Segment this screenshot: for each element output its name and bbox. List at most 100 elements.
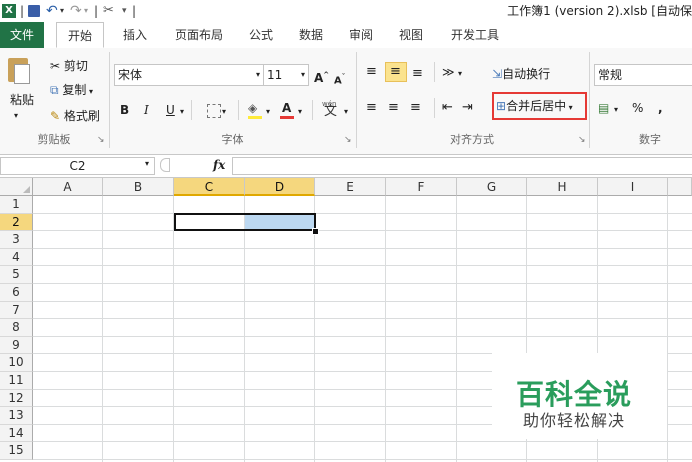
formula-bar-resize-icon[interactable]: [160, 158, 170, 172]
group-label-font: 字体: [221, 133, 244, 146]
decrease-font-size-icon[interactable]: Aˇ: [334, 69, 345, 89]
row-header-8[interactable]: 8: [0, 319, 33, 337]
name-box-dropdown-icon[interactable]: ▾: [145, 159, 149, 168]
tab-data[interactable]: 数据: [294, 22, 328, 48]
select-all-corner[interactable]: [0, 178, 33, 196]
save-icon[interactable]: [28, 5, 40, 17]
merge-center-icon: ⊞: [496, 99, 507, 113]
align-bottom-icon[interactable]: ≡: [412, 66, 423, 82]
column-header-c[interactable]: C: [174, 178, 245, 196]
column-header-g[interactable]: G: [457, 178, 527, 196]
wrap-text-button[interactable]: ⇲自动换行: [492, 66, 550, 82]
font-name-value: 宋体: [118, 68, 143, 82]
borders-dropdown-icon[interactable]: ▾: [222, 104, 226, 120]
accounting-format-icon[interactable]: ▤: [598, 100, 609, 116]
orientation-icon[interactable]: ≫: [442, 64, 455, 80]
orientation-dropdown-icon[interactable]: ▾: [458, 66, 462, 82]
row-header-2[interactable]: 2: [0, 213, 33, 232]
row-header-15[interactable]: 15: [0, 442, 33, 460]
number-format-select[interactable]: 常规: [594, 64, 692, 86]
column-header-b[interactable]: B: [103, 178, 174, 196]
column-header-h[interactable]: H: [527, 178, 598, 196]
chevron-down-icon: ▾: [300, 70, 305, 79]
row-header-9[interactable]: 9: [0, 336, 33, 355]
column-header-f[interactable]: F: [386, 178, 457, 196]
tab-home[interactable]: 开始: [56, 22, 104, 48]
row-header-3[interactable]: 3: [0, 231, 33, 249]
row-header-6[interactable]: 6: [0, 284, 33, 302]
alignment-launcher-icon[interactable]: ↘: [578, 135, 586, 145]
gridline-vertical: [456, 196, 457, 462]
bold-button[interactable]: B: [120, 102, 129, 118]
tab-developer[interactable]: 开发工具: [446, 22, 504, 48]
increase-font-size-icon[interactable]: A^: [314, 67, 329, 86]
customize-quick-access-icon[interactable]: ▾: [122, 3, 127, 19]
row-header-14[interactable]: 14: [0, 424, 33, 443]
row-header-5[interactable]: 5: [0, 266, 33, 284]
accounting-dropdown-icon[interactable]: ▾: [614, 102, 618, 118]
column-header-i[interactable]: I: [598, 178, 668, 196]
phonetic-dropdown-icon[interactable]: ▾: [344, 104, 348, 120]
fill-color-icon[interactable]: ◈: [248, 100, 257, 116]
undo-dropdown-icon[interactable]: ▾: [60, 3, 64, 19]
column-header-partial[interactable]: [668, 178, 692, 196]
phonetic-guide-icon[interactable]: 文: [324, 104, 337, 120]
column-header-a[interactable]: A: [33, 178, 103, 196]
touch-mode-icon[interactable]: ✂: [103, 3, 114, 19]
percent-button[interactable]: %: [632, 100, 643, 116]
tab-review[interactable]: 审阅: [344, 22, 378, 48]
cut-label: 剪切: [63, 59, 88, 73]
clipboard-launcher-icon[interactable]: ↘: [97, 135, 105, 145]
redo-dropdown-icon[interactable]: ▾: [84, 3, 88, 19]
font-launcher-icon[interactable]: ↘: [344, 135, 352, 145]
cut-button[interactable]: ✂ 剪切: [50, 58, 88, 74]
brush-icon: ✎: [50, 109, 64, 123]
paste-label[interactable]: 粘贴: [10, 92, 34, 108]
row-header-13[interactable]: 13: [0, 407, 33, 425]
column-header-d[interactable]: D: [245, 178, 315, 196]
font-name-select[interactable]: 宋体 ▾: [114, 64, 264, 86]
merge-center-button[interactable]: ⊞合并后居中 ▾: [496, 98, 573, 116]
row-header-11[interactable]: 11: [0, 372, 33, 390]
paste-button[interactable]: [6, 56, 32, 84]
align-middle-button[interactable]: ≡: [385, 62, 407, 82]
comma-button[interactable]: ,: [658, 100, 663, 116]
font-color-dropdown-icon[interactable]: ▾: [298, 104, 302, 120]
font-size-select[interactable]: 11 ▾: [263, 64, 309, 86]
decrease-indent-icon[interactable]: ⇤: [442, 100, 453, 116]
fill-handle[interactable]: [312, 228, 319, 235]
paste-dropdown-icon[interactable]: ▾: [14, 108, 18, 124]
tab-view[interactable]: 视图: [394, 22, 428, 48]
fill-color-dropdown-icon[interactable]: ▾: [266, 104, 270, 120]
align-center-icon[interactable]: ≡: [388, 100, 399, 116]
name-box[interactable]: C2: [0, 157, 155, 175]
row-header-12[interactable]: 12: [0, 389, 33, 408]
row-header-7[interactable]: 7: [0, 301, 33, 320]
increase-indent-icon[interactable]: ⇥: [462, 100, 473, 116]
row-header-1[interactable]: 1: [0, 196, 33, 214]
format-painter-button[interactable]: ✎ 格式刷: [50, 108, 100, 124]
divider: [191, 100, 192, 120]
underline-dropdown-icon[interactable]: ▾: [180, 104, 184, 120]
tab-page-layout[interactable]: 页面布局: [170, 22, 228, 48]
tab-file[interactable]: 文件: [0, 22, 44, 48]
tab-insert[interactable]: 插入: [118, 22, 152, 48]
align-right-icon[interactable]: ≡: [410, 100, 421, 116]
divider: [434, 98, 435, 118]
borders-icon[interactable]: [207, 104, 221, 118]
undo-icon[interactable]: ↶: [46, 3, 58, 19]
redo-icon[interactable]: ↷: [70, 3, 82, 19]
tab-formulas[interactable]: 公式: [244, 22, 278, 48]
italic-button[interactable]: I: [144, 102, 149, 118]
group-label-number: 数字: [639, 133, 661, 146]
font-color-icon[interactable]: A: [282, 100, 291, 116]
align-left-icon[interactable]: ≡: [366, 100, 377, 116]
row-header-10[interactable]: 10: [0, 354, 33, 372]
insert-function-icon[interactable]: fx: [213, 158, 225, 172]
align-top-icon[interactable]: ≡: [366, 64, 377, 80]
formula-input[interactable]: [232, 157, 692, 175]
row-header-4[interactable]: 4: [0, 248, 33, 267]
underline-button[interactable]: U: [166, 102, 175, 118]
copy-button[interactable]: ⧉ 复制 ▾: [50, 82, 93, 100]
column-header-e[interactable]: E: [315, 178, 386, 196]
